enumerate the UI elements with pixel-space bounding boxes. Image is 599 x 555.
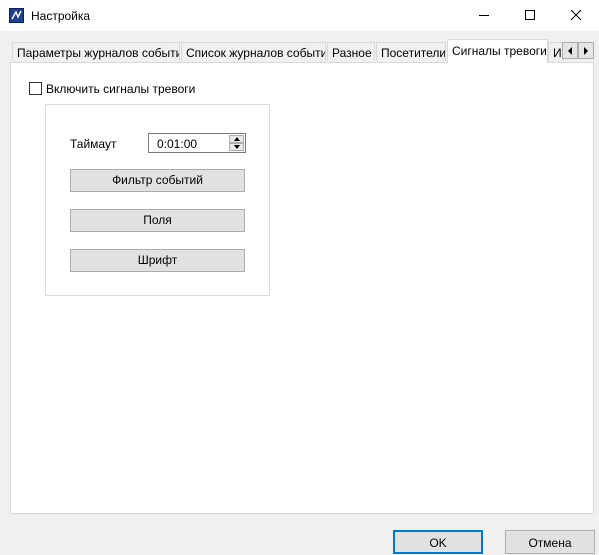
minimize-button[interactable] [461,0,507,31]
close-icon [571,10,581,20]
tab-label: Сигналы тревоги [452,44,547,58]
tab-label: Список журналов событий [186,46,326,60]
tab-label: И [553,46,562,60]
enable-alarms-checkbox[interactable] [29,82,42,95]
tab-label: Посетители [381,46,446,60]
timeout-spinner[interactable]: 0:01:00 [148,133,246,153]
app-icon [9,8,24,23]
spin-down-button[interactable] [229,143,244,151]
chevron-right-icon [584,47,588,55]
tab-alarms[interactable]: Сигналы тревоги [447,39,548,63]
spin-up-button[interactable] [229,135,244,143]
tab-label: Параметры журналов событий [17,46,180,60]
timeout-value[interactable]: 0:01:00 [157,137,197,151]
tab-scroll-left-button[interactable] [562,42,578,59]
ok-button[interactable]: OK [393,530,483,554]
maximize-button[interactable] [507,0,553,31]
arrow-down-icon [234,145,240,149]
chevron-left-icon [568,47,572,55]
tab-misc[interactable]: Разное [327,42,375,61]
close-button[interactable] [553,0,599,31]
tab-event-log-params[interactable]: Параметры журналов событий [12,42,180,61]
window-title: Настройка [31,9,91,23]
timeout-label: Таймаут [70,137,117,151]
cancel-button[interactable]: Отмена [505,530,595,554]
fields-button[interactable]: Поля [70,209,245,232]
event-filter-button[interactable]: Фильтр событий [70,169,245,192]
enable-alarms-label[interactable]: Включить сигналы тревоги [46,82,195,96]
tab-label: Разное [332,46,372,60]
font-button[interactable]: Шрифт [70,249,245,272]
tab-event-log-list[interactable]: Список журналов событий [181,42,326,61]
arrow-up-icon [234,137,240,141]
tab-scroll-right-button[interactable] [578,42,594,59]
minimize-icon [479,15,489,16]
tab-visitors[interactable]: Посетители [376,42,446,61]
maximize-icon [525,10,535,20]
